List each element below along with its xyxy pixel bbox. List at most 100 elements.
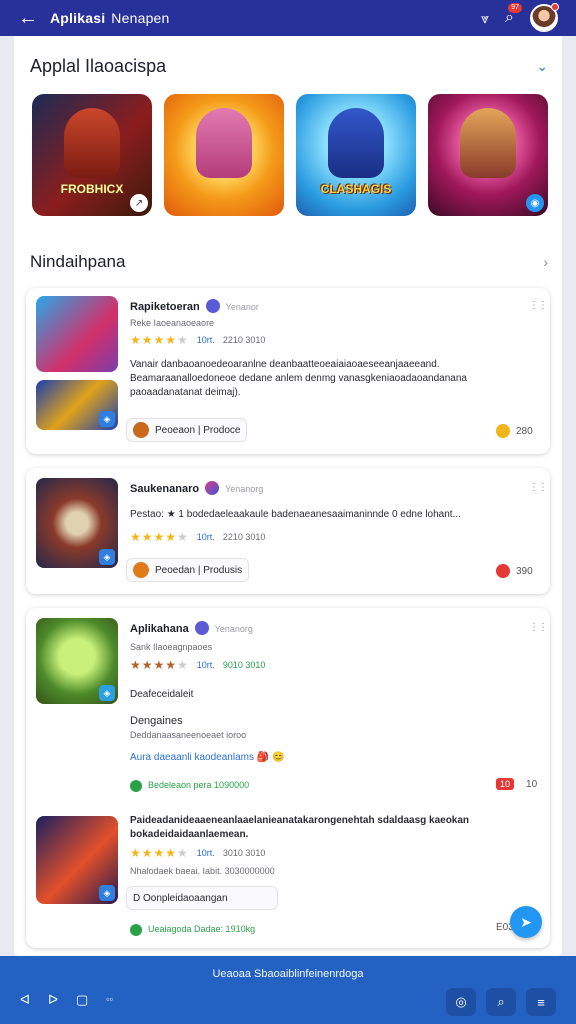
app-badge-icon: ◈	[99, 411, 115, 427]
back-icon[interactable]: ᐊ	[20, 992, 30, 1008]
featured-tiles: FROBHICX ↗ CLASHAGIS ◉	[32, 94, 548, 216]
section-recommended-header: Nindaihpana ›	[14, 250, 562, 274]
left-gutter	[0, 36, 14, 956]
featured-tile[interactable]: ◉	[428, 94, 548, 216]
coin-icon	[496, 424, 510, 438]
forward-icon[interactable]: ᐅ	[48, 992, 58, 1008]
rating-value: 2210 3010	[222, 335, 266, 345]
more-icon[interactable]: ▫▫	[106, 994, 112, 1008]
hero-figure	[196, 108, 252, 178]
app-title: Aplikasi Nenapen	[50, 10, 170, 26]
shield-button[interactable]: ◎	[446, 988, 476, 1016]
detail-line: Deafeceidaleit	[130, 689, 194, 700]
rating-count: 10rt.	[196, 848, 215, 858]
featured-tile[interactable]: FROBHICX ↗	[32, 94, 152, 216]
chevron-down-icon[interactable]: ⌄	[536, 58, 548, 75]
rating-value: 9010 3010	[222, 660, 266, 670]
star-rating: ★★★★★	[130, 530, 189, 544]
app-badge-icon: ◈	[99, 549, 115, 565]
app-title: Rapiketoeran Yenanor	[130, 299, 259, 313]
open-icon[interactable]: ↗	[130, 194, 148, 212]
verified-icon	[205, 481, 220, 495]
app-thumbnail[interactable]: ◈	[36, 380, 118, 430]
app-thumbnail[interactable]: ◈	[36, 618, 118, 704]
search-icon[interactable]: ⌕ 97	[505, 3, 522, 27]
bottom-banner-text: Ueaoaa Sbaoaiblinfeinenrdoga	[212, 968, 364, 980]
verified-icon	[194, 621, 209, 635]
app-subtitle: Nenapen	[111, 10, 170, 26]
app-meta: Sank Ilaoeagnpaoes	[130, 642, 213, 652]
rating-line: ★★★★★ 10rt. 2210 3010	[130, 530, 265, 544]
bottom-nav-left: ᐊ ᐅ ▢ ▫▫	[20, 992, 113, 1008]
hamburger-menu-icon: ≡	[537, 994, 545, 1010]
star-rating: ★★★★★	[130, 658, 189, 672]
rating-line: ★★★★★ 10rt. 2210 3010	[130, 333, 265, 347]
detail-meta: Deddanaasaneenoeaet ioroo	[130, 730, 247, 740]
filter-icon[interactable]: ⩔	[481, 10, 489, 27]
app-card[interactable]: ◈ Rapiketoeran Yenanor ⋮⋮ Reke Iaoeanaoea…	[26, 288, 550, 454]
category-chip[interactable]: Peoeaon | Prodoce	[126, 418, 248, 442]
rating-count: 10rt.	[196, 532, 215, 542]
publisher-label: Yenanorg	[225, 483, 264, 494]
category-chip[interactable]: D Oonpleidaoaangan	[126, 886, 278, 910]
rating-count: 10rt.	[196, 335, 215, 345]
category-chip[interactable]: Peoedan | Produsis	[126, 558, 250, 582]
app-meta: Nhalodaek baeai. Iabit. 3030000000	[130, 866, 275, 876]
bottom-bar: Ueaoaa Sbaoaiblinfeinenrdoga ᐊ ᐅ ▢ ▫▫ ◎ …	[0, 956, 576, 1024]
menu-button[interactable]: ≡	[526, 988, 556, 1016]
category-icon	[133, 422, 149, 438]
hero-figure	[64, 108, 120, 178]
app-description: Paideadanideaaeneanlaaelanieanatakaronge…	[130, 815, 470, 840]
detail-heading: Dengaines	[130, 715, 183, 727]
app-title: Saukenanaro Yenanorg	[130, 481, 264, 495]
status-dot-icon	[130, 779, 142, 792]
detail-link[interactable]: Aura daeaanli kaodeanlams 🎒 😊	[130, 751, 284, 765]
tile-label: CLASHAGIS	[320, 182, 392, 196]
more-options-icon[interactable]: ⋮⋮	[529, 622, 548, 633]
app-thumbnail[interactable]	[36, 296, 118, 372]
search-button[interactable]: ⌕	[486, 988, 516, 1016]
section-recommended-title: Nindaihpana	[30, 252, 126, 271]
chevron-right-icon[interactable]: ›	[543, 254, 548, 270]
app-meta: Reke Iaoeanaoeaore	[130, 318, 215, 328]
download-icon[interactable]: ◉	[526, 194, 544, 212]
app-title: Aplikahana Yenanorg	[130, 621, 253, 635]
app-badge-icon: ◈	[99, 885, 115, 901]
more-options-icon[interactable]: ⋮⋮	[529, 300, 548, 311]
rating-value: 2210 3010	[222, 532, 266, 542]
back-arrow-icon[interactable]: ←	[10, 0, 46, 36]
send-fab[interactable]: ➤	[510, 906, 542, 938]
footer-info: Ueaiagoda Dadae: 1910kg	[130, 922, 255, 936]
app-card[interactable]: ◈ Saukenanaro Yenanorg ⋮⋮ Pestao: ★ 1 bod…	[26, 468, 550, 594]
avatar[interactable]	[530, 3, 559, 32]
featured-tile[interactable]: CLASHAGIS	[296, 94, 416, 216]
status-dot-icon	[130, 923, 142, 936]
featured-tile[interactable]	[164, 94, 284, 216]
star-rating: ★★★★★	[130, 333, 189, 347]
category-icon	[133, 562, 149, 578]
star-rating: ★★★★★	[130, 846, 189, 860]
app-card[interactable]: ◈ Aplikahana Yenanorg ⋮⋮ Sank Ilaoeagnpao…	[26, 608, 550, 948]
coin-icon	[496, 564, 510, 578]
hero-figure	[460, 108, 516, 178]
notification-badge: 97	[508, 3, 522, 13]
coin-stat: 390	[496, 564, 533, 578]
publisher-label: Yenanorg	[214, 623, 253, 634]
rating-line: ★★★★★ 10rt. 9010 3010	[130, 658, 265, 672]
top-app-bar: ← Aplikasi Nenapen ⩔ ⌕ 97	[0, 0, 576, 36]
rating-count: 10rt.	[196, 660, 215, 670]
section-featured-header: Applal Ilaoacispa ⌄	[14, 54, 562, 78]
app-thumbnail[interactable]: ◈	[36, 816, 118, 904]
bottom-nav-right: ◎ ⌕ ≡	[446, 988, 556, 1016]
app-description: Pestao: ★ 1 bodedaeleaakaule badenaeanes…	[130, 509, 461, 520]
app-description: Vanair danbaoanoedeoaranlne deanbaatteoe…	[130, 359, 467, 398]
verified-icon	[205, 299, 220, 313]
right-gutter	[562, 36, 576, 956]
note-icon[interactable]: ▢	[76, 992, 88, 1008]
count-badge: 10 10	[496, 778, 537, 790]
app-badge-icon: ◈	[99, 685, 115, 701]
tile-label: FROBHICX	[60, 182, 124, 196]
avatar-status-dot	[551, 3, 559, 11]
app-thumbnail[interactable]: ◈	[36, 478, 118, 568]
more-options-icon[interactable]: ⋮⋮	[529, 482, 548, 493]
